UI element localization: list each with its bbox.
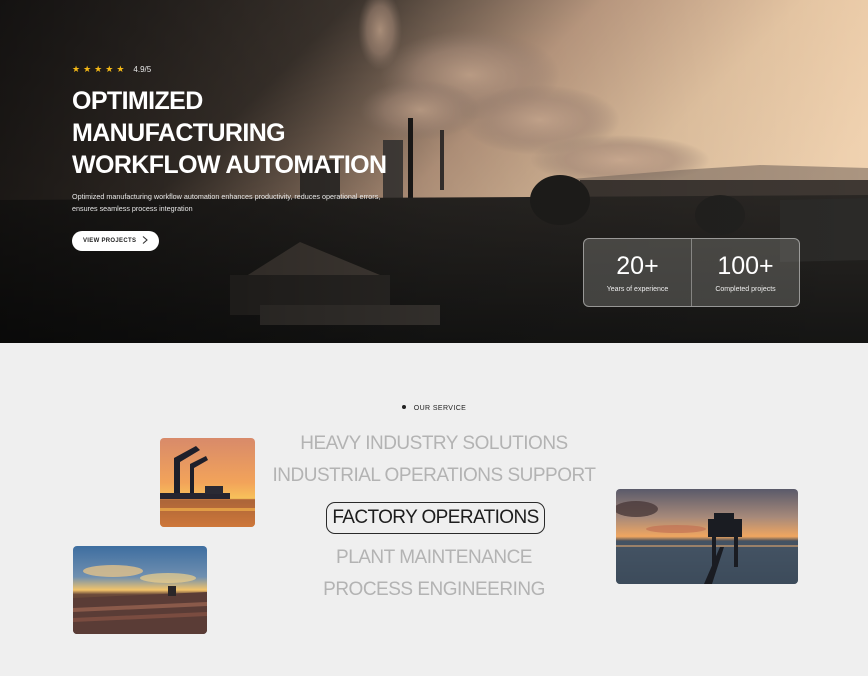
port-cranes-photo xyxy=(160,438,255,527)
stat-number: 100+ xyxy=(717,252,774,280)
star-icon: ★ xyxy=(94,64,103,74)
view-projects-label: VIEW PROJECTS xyxy=(83,238,137,244)
cargo-ship-photo xyxy=(73,546,207,634)
service-item-industrial-operations[interactable]: INDUSTRIAL OPERATIONS SUPPORT xyxy=(0,465,868,487)
section-tag: OUR SERVICE xyxy=(0,405,868,412)
hero-description-line-2: ensures seamless process integration xyxy=(72,204,193,213)
stat-number: 20+ xyxy=(616,252,659,280)
hero-title-line-2: WORKFLOW AUTOMATION xyxy=(72,151,387,179)
bullet-dot-icon xyxy=(401,405,406,410)
star-icon: ★ xyxy=(83,64,92,74)
chevron-right-icon xyxy=(142,236,149,246)
rating: ★ ★ ★ ★ ★ 4.9/5 xyxy=(72,64,402,74)
stat-years: 20+ Years of experience xyxy=(584,239,691,306)
hero-title-line-1: OPTIMIZED MANUFACTURING xyxy=(72,87,286,147)
hero-section: ★ ★ ★ ★ ★ 4.9/5 OPTIMIZED MANUFACTURING … xyxy=(0,0,868,343)
view-projects-button[interactable]: VIEW PROJECTS xyxy=(72,231,160,251)
stat-projects: 100+ Completed projects xyxy=(691,239,799,306)
service-item-heavy-industry[interactable]: HEAVY INDUSTRY SOLUTIONS xyxy=(0,433,868,455)
hero-description: Optimized manufacturing workflow automat… xyxy=(72,191,382,215)
star-icon: ★ xyxy=(105,64,114,74)
services-section: OUR SERVICE HEAVY INDUSTRY SOLUTIONS IND… xyxy=(0,343,868,676)
service-item-factory-operations[interactable]: FACTORY OPERATIONS xyxy=(326,502,545,534)
star-icon: ★ xyxy=(116,64,125,74)
section-tag-label: OUR SERVICE xyxy=(413,405,467,412)
rating-value: 4.9/5 xyxy=(133,64,152,74)
hero-content: ★ ★ ★ ★ ★ 4.9/5 OPTIMIZED MANUFACTURING … xyxy=(72,64,402,251)
stat-label: Completed projects xyxy=(715,286,776,293)
stats-card: 20+ Years of experience 100+ Completed p… xyxy=(583,238,800,307)
stat-label: Years of experience xyxy=(606,286,669,293)
offshore-platform-photo xyxy=(616,489,798,584)
service-item-label-active: FACTORY OPERATIONS xyxy=(332,507,539,528)
hero-title: OPTIMIZED MANUFACTURING WORKFLOW AUTOMAT… xyxy=(72,85,402,181)
hero-description-line-1: Optimized manufacturing workflow automat… xyxy=(72,192,381,201)
star-icon: ★ xyxy=(72,64,81,74)
